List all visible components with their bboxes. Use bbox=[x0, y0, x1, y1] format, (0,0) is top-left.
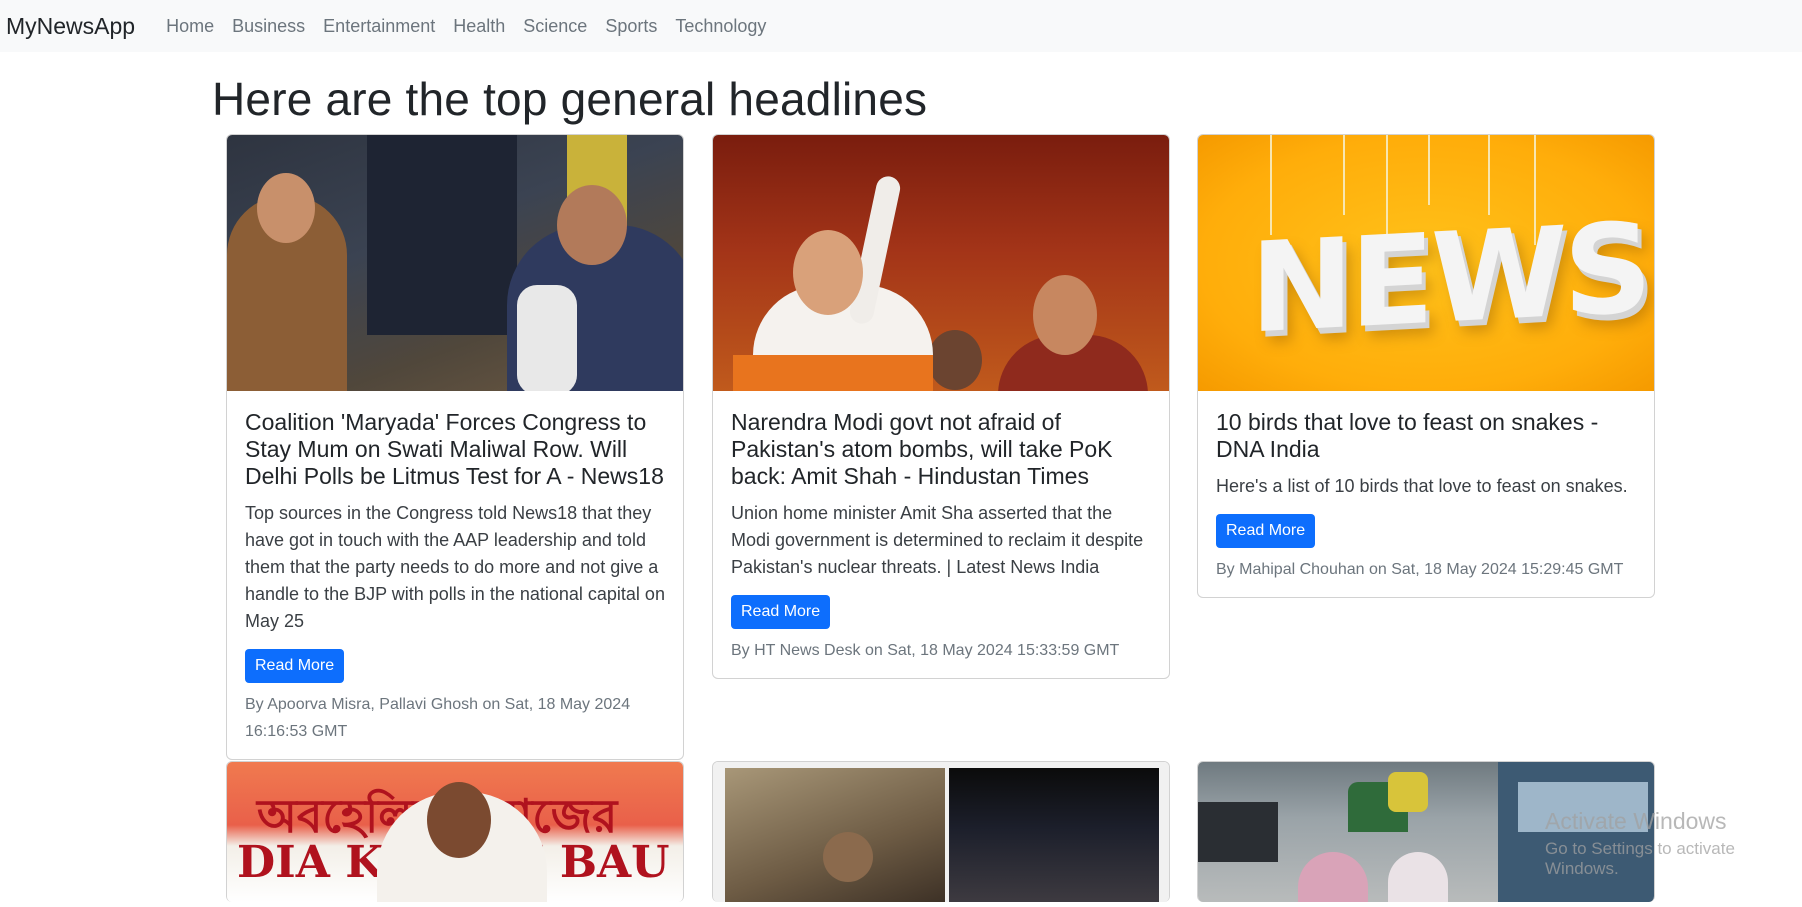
watermark-subtitle: Go to Settings to activate Windows. bbox=[1545, 839, 1735, 878]
news-card-title: Narendra Modi govt not afraid of Pakista… bbox=[731, 409, 1113, 489]
news-card: Coalition 'Maryada' Forces Congress to S… bbox=[226, 134, 684, 760]
news-card bbox=[712, 761, 1170, 902]
news-card: Narendra Modi govt not afraid of Pakista… bbox=[712, 134, 1170, 679]
news-card-description: Union home minister Amit Sha asserted th… bbox=[731, 503, 1144, 577]
news-card-image[interactable]: NEWS bbox=[1198, 135, 1654, 391]
activate-windows-watermark: Activate Windows Go to Settings to activ… bbox=[1545, 808, 1802, 879]
news-card-description: Here's a list of 10 birds that love to f… bbox=[1216, 476, 1628, 496]
navbar: MyNewsApp Home Business Entertainment He… bbox=[0, 0, 1802, 52]
brand-logo[interactable]: MyNewsApp bbox=[6, 13, 135, 40]
news-logo-text: NEWS bbox=[1250, 196, 1649, 362]
read-more-button[interactable]: Read More bbox=[1216, 514, 1316, 548]
nav-business[interactable]: Business bbox=[232, 16, 305, 37]
news-card-description: Top sources in the Congress told News18 … bbox=[245, 503, 665, 631]
news-card-byline: By HT News Desk on Sat, 18 May 2024 15:3… bbox=[731, 642, 1120, 659]
news-card-title: Coalition 'Maryada' Forces Congress to S… bbox=[245, 409, 664, 489]
news-card-title: 10 birds that love to feast on snakes - … bbox=[1216, 409, 1599, 462]
news-card: অবহেলিত সমাজের DIA KIRTAN BAU bbox=[226, 761, 684, 902]
news-card-image[interactable] bbox=[713, 135, 1169, 391]
nav-technology[interactable]: Technology bbox=[675, 16, 766, 37]
nav-health[interactable]: Health bbox=[453, 16, 505, 37]
nav-entertainment[interactable]: Entertainment bbox=[323, 16, 435, 37]
nav-science[interactable]: Science bbox=[523, 16, 587, 37]
news-card-byline: By Apoorva Misra, Pallavi Ghosh on Sat, … bbox=[245, 696, 631, 740]
news-card-image[interactable] bbox=[713, 762, 1169, 902]
news-card: NEWS 10 birds that love to feast on snak… bbox=[1197, 134, 1655, 598]
nav-sports[interactable]: Sports bbox=[605, 16, 657, 37]
news-card-image[interactable] bbox=[227, 135, 683, 391]
nav-home[interactable]: Home bbox=[166, 16, 214, 37]
page-title: Here are the top general headlines bbox=[212, 73, 928, 125]
read-more-button[interactable]: Read More bbox=[245, 649, 345, 683]
news-card-image[interactable]: অবহেলিত সমাজের DIA KIRTAN BAU bbox=[227, 762, 683, 902]
read-more-button[interactable]: Read More bbox=[731, 595, 831, 629]
news-card-byline: By Mahipal Chouhan on Sat, 18 May 2024 1… bbox=[1216, 561, 1624, 578]
watermark-title: Activate Windows bbox=[1545, 808, 1727, 834]
